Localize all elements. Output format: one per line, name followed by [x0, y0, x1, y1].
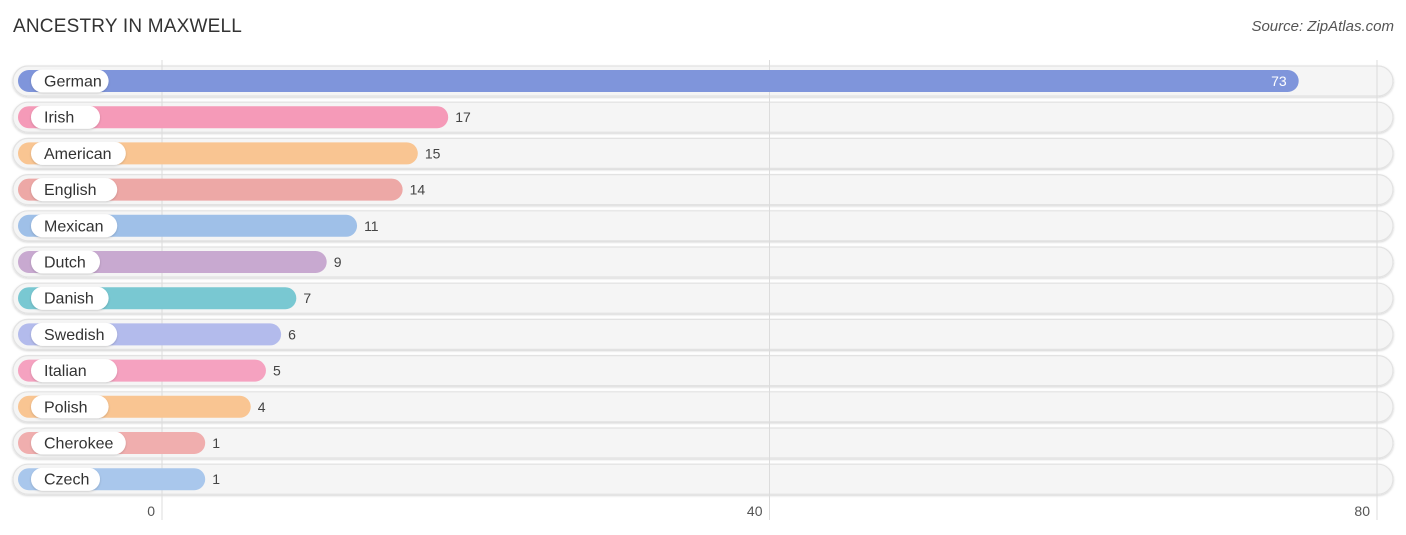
x-tick-label: 0	[147, 503, 155, 519]
value-label: 4	[258, 399, 266, 415]
category-label: Czech	[44, 472, 89, 489]
category-label: Cherokee	[44, 436, 113, 453]
value-label: 73	[1271, 73, 1287, 89]
value-label: 15	[425, 145, 441, 161]
bar	[18, 70, 1299, 92]
category-label: German	[44, 74, 102, 91]
category-label: American	[44, 146, 112, 163]
category-label: Italian	[44, 363, 87, 380]
value-label: 11	[364, 218, 379, 234]
category-label: Irish	[44, 110, 74, 127]
bar-chart: German 73Irish 17American 15English 14Mexica…	[12, 60, 1394, 520]
row-track	[12, 463, 1394, 495]
category-label: Swedish	[44, 327, 104, 344]
value-label: 14	[410, 182, 426, 198]
value-label: 1	[212, 435, 220, 451]
category-label: English	[44, 182, 96, 199]
category-label: Danish	[44, 291, 94, 308]
value-label: 7	[303, 290, 311, 306]
x-tick-label: 80	[1354, 503, 1370, 519]
value-label: 17	[455, 109, 471, 125]
category-label: Polish	[44, 399, 88, 416]
category-label: Mexican	[44, 218, 104, 235]
category-label: Dutch	[44, 255, 86, 272]
row-track	[12, 427, 1394, 459]
value-label: 5	[273, 363, 281, 379]
x-tick-label: 40	[747, 503, 763, 519]
value-label: 9	[334, 254, 342, 270]
value-label: 6	[288, 326, 296, 342]
value-label: 1	[212, 471, 220, 487]
